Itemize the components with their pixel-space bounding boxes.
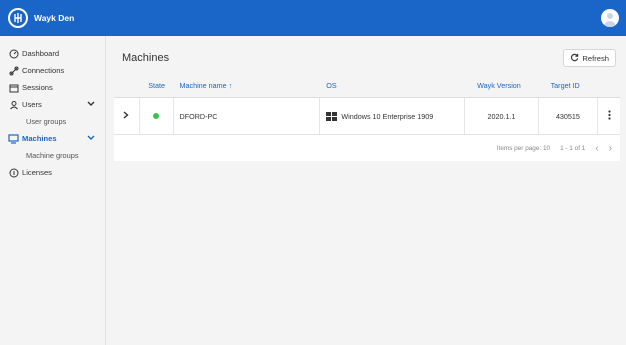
sidebar-item-machine-groups[interactable]: Machine groups <box>0 147 105 164</box>
user-avatar[interactable] <box>601 9 619 27</box>
users-icon <box>8 99 19 110</box>
sidebar-item-users[interactable]: Users <box>0 96 105 113</box>
chevron-right-icon <box>123 111 129 121</box>
page-title: Machines <box>122 52 170 64</box>
sidebar-item-label: Licenses <box>22 168 52 177</box>
sidebar-item-licenses[interactable]: Licenses <box>0 164 105 181</box>
online-status-dot <box>153 113 160 119</box>
column-state[interactable]: State <box>140 74 174 97</box>
next-page-button[interactable]: › <box>609 143 612 154</box>
refresh-label: Refresh <box>582 53 609 63</box>
sessions-icon <box>8 82 19 93</box>
machines-icon <box>8 133 19 144</box>
column-machine-name[interactable]: Machine name ↑ <box>174 74 321 97</box>
target-id-cell: 430515 <box>539 98 599 134</box>
prev-page-button[interactable]: ‹ <box>595 143 598 154</box>
machines-table: State Machine name ↑ OS Wayk Version Tar… <box>114 74 620 161</box>
expand-button[interactable] <box>114 98 140 134</box>
sidebar-item-dashboard[interactable]: Dashboard <box>0 45 105 62</box>
sidebar-item-label: Machines <box>22 134 57 143</box>
chevron-down-icon[interactable] <box>87 134 95 143</box>
app-logo[interactable]: Wayk Den <box>8 8 74 28</box>
sidebar-item-label: Dashboard <box>22 49 60 58</box>
main-content: Machines Refresh State Machine name ↑ OS… <box>114 44 620 161</box>
sidebar-item-connections[interactable]: Connections <box>0 62 105 79</box>
table-header: State Machine name ↑ OS Wayk Version Tar… <box>114 74 620 98</box>
machine-name-cell: DFORD-PC <box>174 98 321 134</box>
sidebar-item-label: Users <box>22 100 42 109</box>
column-os[interactable]: OS <box>320 74 465 97</box>
sidebar-item-user-groups[interactable]: User groups <box>0 113 105 130</box>
paginator: Items per page: 10 1 - 1 of 1 ‹ › <box>114 135 620 161</box>
top-bar: Wayk Den <box>0 0 626 36</box>
version-cell: 2020.1.1 <box>465 98 539 134</box>
items-per-page[interactable]: Items per page: 10 <box>497 145 550 152</box>
windows-icon <box>326 111 338 121</box>
column-target-id[interactable]: Target ID <box>539 74 599 97</box>
wayk-logo-icon <box>8 8 28 28</box>
connections-icon <box>8 65 19 76</box>
table-row[interactable]: DFORD-PC Windows 10 Enterprise 1909 2020… <box>114 98 620 135</box>
sidebar-item-label: Connections <box>22 66 65 75</box>
app-name: Wayk Den <box>34 13 75 23</box>
licenses-icon <box>8 167 19 178</box>
dashboard-icon <box>8 48 19 59</box>
row-menu-button[interactable] <box>598 98 620 134</box>
column-wayk-version[interactable]: Wayk Version <box>465 74 538 97</box>
sidebar-item-machines[interactable]: Machines <box>0 130 105 147</box>
refresh-icon <box>570 53 579 64</box>
sidebar: Dashboard Connections Sessions Users Use… <box>0 36 106 345</box>
chevron-down-icon[interactable] <box>87 100 95 109</box>
sidebar-item-label: Sessions <box>22 83 53 92</box>
page-range: 1 - 1 of 1 <box>560 144 586 152</box>
sidebar-item-sessions[interactable]: Sessions <box>0 79 105 96</box>
refresh-button[interactable]: Refresh <box>563 49 616 67</box>
state-cell <box>140 98 174 134</box>
os-cell: Windows 10 Enterprise 1909 <box>320 98 466 134</box>
more-vertical-icon <box>607 110 611 122</box>
os-label: Windows 10 Enterprise 1909 <box>341 111 434 121</box>
